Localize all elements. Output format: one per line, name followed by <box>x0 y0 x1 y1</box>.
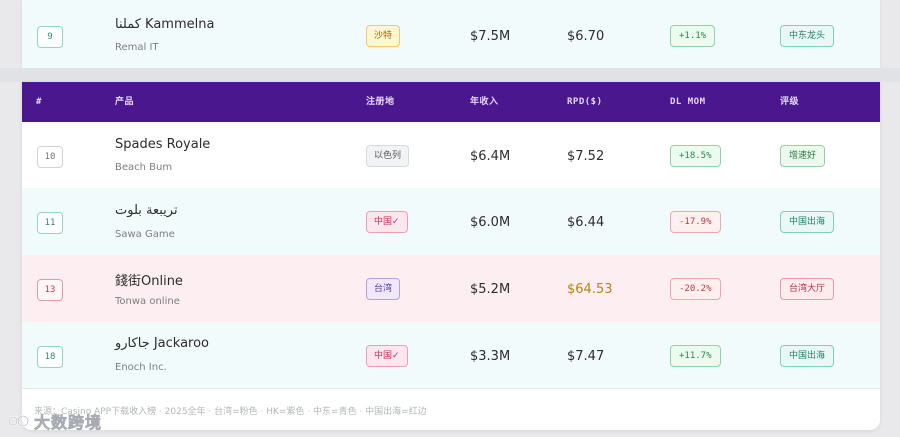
dl-mom-badge: +18.5% <box>670 145 721 167</box>
rpd-value: $64.53 <box>567 282 613 297</box>
header-dl-mom[interactable]: DL MOM <box>670 82 706 122</box>
dl-mom-badge: -20.2% <box>670 278 721 300</box>
header-grade[interactable]: 评级 <box>780 82 799 122</box>
region-tag: 以色列 <box>366 145 410 167</box>
header-rpd[interactable]: RPD($) <box>567 82 603 122</box>
header-rank[interactable]: # <box>36 82 42 122</box>
rpd-value: $7.52 <box>567 149 605 164</box>
developer-name: Tonwa online <box>115 296 180 307</box>
rank-badge: 11 <box>37 212 63 234</box>
grade-badge: 增速好 <box>780 145 826 167</box>
rpd-value: $6.70 <box>567 29 605 44</box>
product-name: Spades Royale <box>115 137 211 152</box>
rank-badge: 10 <box>37 146 63 168</box>
region-tag: 中国✓ <box>366 345 408 367</box>
product-name: جاكارو Jackaroo <box>115 336 210 351</box>
watermark-logo-icon <box>8 415 29 427</box>
header-region[interactable]: 注册地 <box>366 82 395 122</box>
header-revenue[interactable]: 年收入 <box>470 82 499 122</box>
rank-badge: 18 <box>37 346 63 368</box>
revenue-value: $6.4M <box>470 149 511 164</box>
grade-badge: 中国出海 <box>780 345 835 367</box>
table-row[interactable]: 9 كملنا Kammelna Remal IT 沙特 $7.5M $6.70… <box>22 0 880 69</box>
dl-mom-badge: -17.9% <box>670 211 721 233</box>
rank-badge: 9 <box>37 26 63 48</box>
developer-name: Sawa Game <box>115 229 175 240</box>
rank-badge: 13 <box>37 279 63 301</box>
revenue-value: $5.2M <box>470 282 511 297</box>
section-divider <box>0 68 900 82</box>
table-row[interactable]: 10 Spades Royale Beach Bum 以色列 $6.4M $7.… <box>22 122 880 189</box>
grade-badge: 中国出海 <box>780 211 835 233</box>
developer-name: Beach Bum <box>115 162 173 173</box>
grade-badge: 中东龙头 <box>780 25 835 47</box>
revenue-value: $6.0M <box>470 215 511 230</box>
revenue-value: $3.3M <box>470 349 511 364</box>
product-name: كملنا Kammelna <box>115 17 215 32</box>
region-tag: 中国✓ <box>366 211 408 233</box>
watermark: 大数跨境 <box>8 410 102 432</box>
developer-name: Enoch Inc. <box>115 362 167 373</box>
product-name: تريبعة بلوت <box>115 203 178 218</box>
dl-mom-badge: +1.1% <box>670 25 716 47</box>
rpd-value: $6.44 <box>567 215 605 230</box>
header-product[interactable]: 产品 <box>115 82 134 122</box>
grade-badge: 台湾大厅 <box>780 278 835 300</box>
table-row[interactable]: 18 جاكارو Jackaroo Enoch Inc. 中国✓ $3.3M … <box>22 322 880 389</box>
developer-name: Remal IT <box>115 42 159 53</box>
product-name: 錢街Online <box>115 274 183 289</box>
table-header: # 产品 注册地 年收入 RPD($) DL MOM 评级 <box>22 82 880 122</box>
table-row[interactable]: 11 تريبعة بلوت Sawa Game 中国✓ $6.0M $6.44… <box>22 188 880 256</box>
revenue-value: $7.5M <box>470 29 511 44</box>
table-row[interactable]: 13 錢街Online Tonwa online 台湾 $5.2M $64.53… <box>22 255 880 323</box>
table-card-previous: 9 كملنا Kammelna Remal IT 沙特 $7.5M $6.70… <box>22 0 880 69</box>
watermark-text: 大数跨境 <box>34 413 103 433</box>
region-tag: 台湾 <box>366 278 401 300</box>
region-tag: 沙特 <box>366 25 401 47</box>
ranking-table: # 产品 注册地 年收入 RPD($) DL MOM 评级 10 Spades … <box>22 82 880 430</box>
rpd-value: $7.47 <box>567 349 605 364</box>
dl-mom-badge: +11.7% <box>670 345 721 367</box>
